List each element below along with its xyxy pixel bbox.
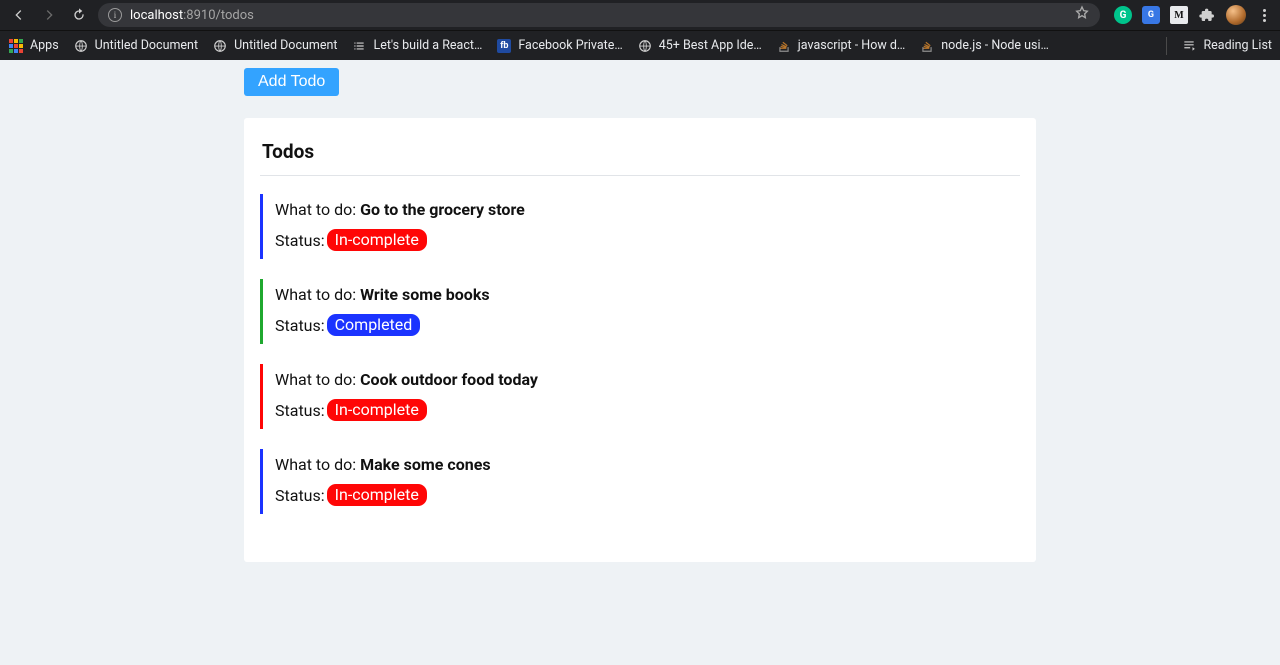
todo-title: Write some books <box>360 285 490 304</box>
extensions-button[interactable] <box>1198 6 1216 24</box>
back-button[interactable] <box>8 4 30 26</box>
bookmark-item[interactable]: fb Facebook Private… <box>496 38 622 54</box>
status-label: Status: <box>275 486 325 505</box>
bookmarks-divider <box>1166 37 1167 55</box>
toolbar: i localhost:8910/todos G G M <box>0 0 1280 30</box>
url-port: :8910 <box>183 8 215 23</box>
bookmark-label: Let's build a React… <box>373 38 482 53</box>
site-info-icon[interactable]: i <box>108 8 122 22</box>
url-path: /todos <box>216 8 254 23</box>
todo-title: Go to the grocery store <box>360 200 525 219</box>
bookmark-label: node.js - Node usi… <box>941 38 1049 53</box>
extension-gtranslate-icon[interactable]: G <box>1142 6 1160 24</box>
url-host: localhost <box>130 8 183 23</box>
status-badge: In-complete <box>327 229 427 251</box>
what-to-do-label: What to do: <box>275 285 360 304</box>
todo-item: What to do: Make some cones Status:In-com… <box>260 449 1020 514</box>
bookmark-label: javascript - How d… <box>798 38 905 53</box>
todo-item: What to do: Write some books Status:Compl… <box>260 279 1020 344</box>
apps-shortcut[interactable]: Apps <box>8 38 59 54</box>
todo-status-line: Status:In-complete <box>275 229 1020 251</box>
bookmark-item[interactable]: Untitled Document <box>73 38 198 54</box>
status-badge: Completed <box>327 314 421 336</box>
reading-list-icon <box>1181 38 1197 54</box>
bookmark-item[interactable]: node.js - Node usi… <box>919 38 1049 54</box>
bookmark-favicon <box>637 38 653 54</box>
bookmark-favicon <box>73 38 89 54</box>
reading-list-label: Reading List <box>1203 38 1272 53</box>
todo-title-line: What to do: Cook outdoor food today <box>275 370 1020 389</box>
bookmark-item[interactable]: javascript - How d… <box>776 38 905 54</box>
bookmark-item[interactable]: 45+ Best App Ide… <box>637 38 762 54</box>
status-badge: In-complete <box>327 399 427 421</box>
apps-icon <box>8 38 24 54</box>
reading-list-button[interactable]: Reading List <box>1181 38 1272 54</box>
extension-grammarly-icon[interactable]: G <box>1114 6 1132 24</box>
todo-title-line: What to do: Go to the grocery store <box>275 200 1020 219</box>
forward-button[interactable] <box>38 4 60 26</box>
bookmark-label: Untitled Document <box>234 38 337 53</box>
bookmark-items: Untitled Document Untitled Document Let's … <box>73 38 1049 54</box>
status-label: Status: <box>275 316 325 335</box>
bookmark-favicon: fb <box>496 38 512 54</box>
todo-title: Cook outdoor food today <box>360 370 538 389</box>
add-todo-button[interactable]: Add Todo <box>244 68 339 96</box>
bookmark-label: 45+ Best App Ide… <box>659 38 762 53</box>
apps-label: Apps <box>30 38 59 53</box>
todo-status-line: Status:In-complete <box>275 399 1020 421</box>
todo-title: Make some cones <box>360 455 491 474</box>
bookmark-star-icon[interactable] <box>1074 5 1090 25</box>
bookmark-favicon <box>212 38 228 54</box>
bookmark-item[interactable]: Let's build a React… <box>351 38 482 54</box>
browser-chrome: i localhost:8910/todos G G M Apps U <box>0 0 1280 60</box>
bookmark-favicon <box>919 38 935 54</box>
profile-avatar[interactable] <box>1226 5 1246 25</box>
bookmark-label: Untitled Document <box>95 38 198 53</box>
reload-button[interactable] <box>68 4 90 26</box>
divider <box>260 175 1020 176</box>
status-badge: In-complete <box>327 484 427 506</box>
page-body: Add Todo Todos What to do: Go to the gro… <box>0 60 1280 562</box>
what-to-do-label: What to do: <box>275 455 360 474</box>
status-label: Status: <box>275 231 325 250</box>
extension-medium-icon[interactable]: M <box>1170 6 1188 24</box>
bookmarks-bar: Apps Untitled Document Untitled Document L… <box>0 30 1280 60</box>
status-label: Status: <box>275 401 325 420</box>
todo-title-line: What to do: Make some cones <box>275 455 1020 474</box>
bookmark-favicon <box>776 38 792 54</box>
address-bar[interactable]: i localhost:8910/todos <box>98 3 1100 27</box>
todo-status-line: Status:Completed <box>275 314 1020 336</box>
bookmark-favicon <box>351 38 367 54</box>
todos-list: What to do: Go to the grocery store Statu… <box>260 194 1020 514</box>
todos-heading: Todos <box>262 140 1020 163</box>
todo-title-line: What to do: Write some books <box>275 285 1020 304</box>
what-to-do-label: What to do: <box>275 200 360 219</box>
browser-menu-button[interactable] <box>1256 6 1272 24</box>
content: Add Todo Todos What to do: Go to the gro… <box>244 68 1036 562</box>
todo-status-line: Status:In-complete <box>275 484 1020 506</box>
todos-card: Todos What to do: Go to the grocery stor… <box>244 118 1036 562</box>
todo-item: What to do: Go to the grocery store Statu… <box>260 194 1020 259</box>
what-to-do-label: What to do: <box>275 370 360 389</box>
bookmark-item[interactable]: Untitled Document <box>212 38 337 54</box>
url: localhost:8910/todos <box>130 8 254 23</box>
bookmark-label: Facebook Private… <box>518 38 622 53</box>
todo-item: What to do: Cook outdoor food today Statu… <box>260 364 1020 429</box>
toolbar-right: G G M <box>1108 5 1272 25</box>
